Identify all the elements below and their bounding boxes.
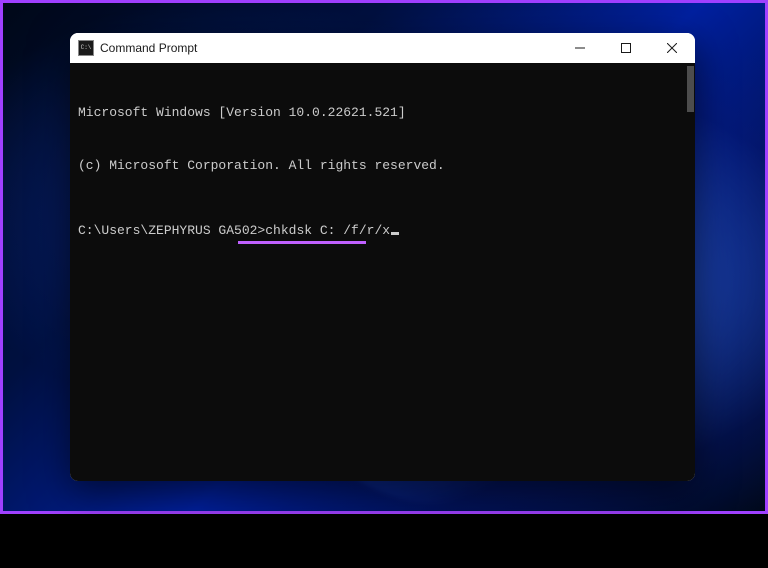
command-highlight	[238, 241, 366, 244]
command-prompt-window: C:\ Command Prompt Microsoft Windows [Ve…	[70, 33, 695, 481]
terminal-scrollbar-thumb[interactable]	[687, 66, 694, 112]
terminal-command: chkdsk C: /f/r/x	[265, 223, 390, 238]
minimize-button[interactable]	[557, 33, 603, 63]
close-icon	[667, 43, 677, 53]
window-controls	[557, 33, 695, 63]
terminal-cursor	[391, 232, 399, 235]
terminal-output-line: (c) Microsoft Corporation. All rights re…	[78, 157, 687, 175]
titlebar[interactable]: C:\ Command Prompt	[70, 33, 695, 63]
terminal-output-line: Microsoft Windows [Version 10.0.22621.52…	[78, 104, 687, 122]
terminal-prompt: C:\Users\ZEPHYRUS GA502>	[78, 223, 265, 238]
window-title: Command Prompt	[100, 41, 557, 55]
terminal-prompt-line: C:\Users\ZEPHYRUS GA502>chkdsk C: /f/r/x	[78, 222, 687, 240]
maximize-icon	[621, 43, 631, 53]
maximize-button[interactable]	[603, 33, 649, 63]
minimize-icon	[575, 43, 585, 53]
command-prompt-icon: C:\	[78, 40, 94, 56]
close-button[interactable]	[649, 33, 695, 63]
terminal-area[interactable]: Microsoft Windows [Version 10.0.22621.52…	[70, 63, 695, 481]
